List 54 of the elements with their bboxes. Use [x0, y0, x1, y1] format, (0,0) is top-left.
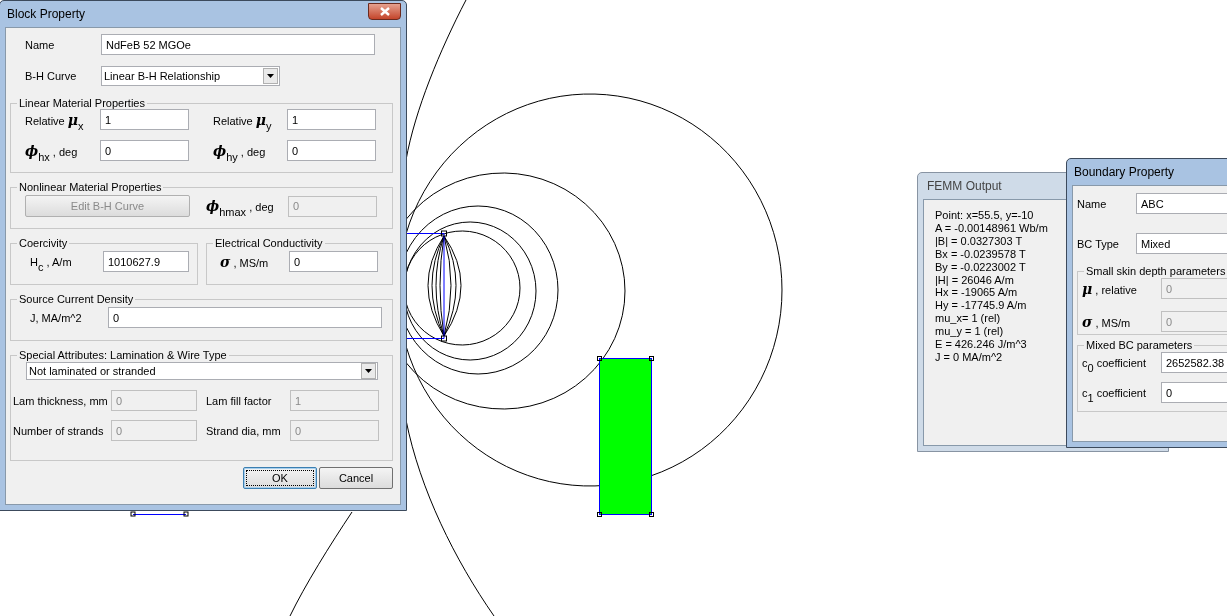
field-label: σ , MS/m — [1082, 313, 1132, 330]
field-label: BC Type — [1077, 237, 1120, 250]
group-title: Small skin depth parameters — [1085, 265, 1227, 277]
group-title: Source Current Density — [18, 293, 135, 305]
field-label: ϕ$_{hx}$ , deg — [25, 142, 78, 159]
group-title: Special Attributes: Lamination & Wire Type — [18, 349, 228, 361]
field-label: B-H Curve — [25, 69, 78, 82]
output-line: Hx = -19065 A/m — [935, 286, 1018, 300]
output-line: Hy = -17745.9 A/m — [935, 299, 1027, 313]
output-line: J = 0 MA/m^2 — [935, 350, 1003, 364]
field-label: Lam fill factor — [206, 394, 272, 407]
dropdown[interactable]: Not laminated or stranded — [26, 362, 378, 380]
output-line: mu_y = 1 (rel) — [935, 325, 1004, 339]
text-field[interactable]: 0 — [289, 251, 378, 272]
text-field[interactable]: 0 — [1161, 382, 1227, 403]
field-label: Number of strands — [13, 424, 104, 437]
field-label: Lam thickness, mm — [13, 394, 108, 407]
field-label: Relative μ$_{x}$ — [25, 111, 84, 128]
text-field[interactable]: 0 — [287, 140, 376, 161]
text-field[interactable]: 1 — [287, 109, 376, 130]
field-label: Name — [1077, 197, 1108, 210]
text-field[interactable]: 0 — [108, 307, 382, 328]
output-line: |H| = 26046 A/m — [935, 273, 1014, 287]
window-title: FEMM Output — [926, 179, 1002, 193]
dialog-button[interactable]: OK — [243, 467, 317, 489]
text-field[interactable]: 1010627.9 — [103, 251, 189, 272]
field-label: μ , relative — [1082, 280, 1138, 297]
group-title: Nonlinear Material Properties — [18, 181, 163, 193]
field-label: J, MA/m^2 — [30, 311, 83, 324]
text-field[interactable]: Mixed — [1136, 233, 1227, 254]
output-line: mu_x= 1 (rel) — [935, 312, 1001, 326]
dropdown[interactable]: Linear B-H Relationship — [101, 65, 280, 86]
text-field[interactable]: 2652582.38 — [1161, 352, 1227, 373]
window-title: Boundary Property — [1073, 165, 1175, 179]
output-line: Point: x=55.5, y=-10 — [935, 209, 1034, 222]
output-line: A = -0.00148961 Wb/m — [935, 221, 1048, 235]
group-title: Linear Material Properties — [18, 97, 146, 109]
text-field[interactable]: 1 — [100, 109, 189, 130]
group-title: Mixed BC parameters — [1085, 339, 1194, 351]
window-title: Block Property — [6, 7, 86, 21]
output-line: |B| = 0.0327303 T — [935, 234, 1023, 248]
output-line: By = -0.0223002 T — [935, 260, 1026, 274]
text-field[interactable]: NdFeB 52 MGOe — [101, 34, 375, 55]
field-label: Strand dia, mm — [206, 424, 281, 437]
group-title: Electrical Conductivity — [214, 237, 324, 249]
output-line: E = 426.246 J/m^3 — [935, 338, 1027, 351]
dialog-button[interactable]: Cancel — [319, 467, 393, 489]
output-line: Bx = -0.0239578 T — [935, 247, 1026, 261]
field-label: σ , MS/m — [220, 253, 270, 270]
text-field[interactable]: ABC — [1136, 193, 1227, 214]
text-field[interactable]: 0 — [100, 140, 189, 161]
field-label: Name — [25, 38, 56, 51]
field-label: ϕ$_{hmax}$ , deg — [206, 198, 275, 214]
group-title: Coercivity — [18, 237, 69, 249]
